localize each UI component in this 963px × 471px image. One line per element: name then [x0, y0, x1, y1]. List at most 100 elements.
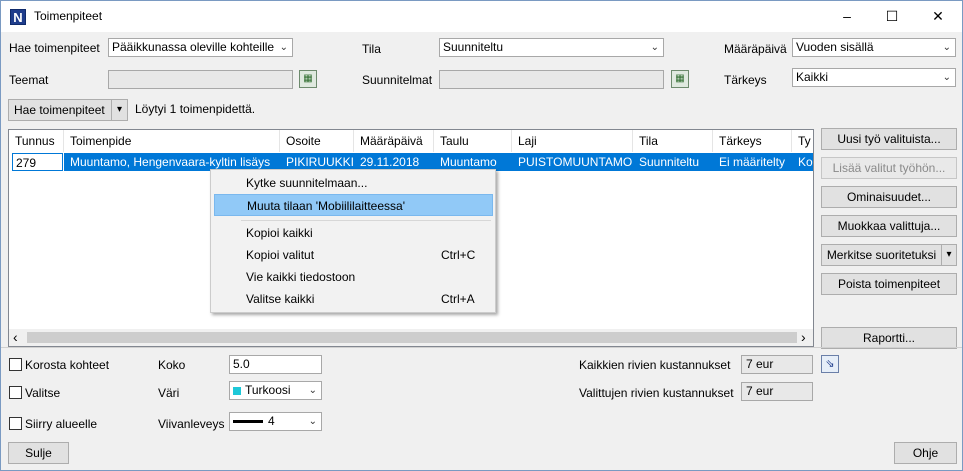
menu-item-vie-tiedostoon[interactable]: Vie kaikki tiedostoon	[214, 266, 493, 288]
viivanleveys-value: 4	[268, 414, 275, 428]
divider	[1, 347, 962, 348]
valitse-label: Valitse	[25, 386, 61, 400]
column-header-tarkeys[interactable]: Tärkeys	[713, 130, 792, 152]
table-cell-ty[interactable]: Ko	[792, 153, 813, 171]
scroll-left-icon[interactable]: ‹	[13, 329, 18, 345]
lisaa-valitut-button[interactable]: Lisää valitut työhön...	[821, 157, 957, 179]
menu-item-kopioi-kaikki[interactable]: Kopioi kaikki	[214, 222, 493, 244]
chevron-down-icon: ⌄	[650, 42, 659, 53]
menu-item-shortcut: Ctrl+A	[441, 292, 475, 306]
menu-item-label: Muuta tilaan 'Mobiililaitteessa'	[247, 199, 405, 213]
suunnitelmat-label: Suunnitelmat	[362, 73, 433, 87]
context-menu: Kytke suunnitelmaan... Muuta tilaan 'Mob…	[210, 169, 496, 313]
siirry-alueelle-label: Siirry alueelle	[25, 417, 98, 431]
hae-toimenpiteet-button[interactable]: Hae toimenpiteet	[8, 99, 112, 121]
tarkeys-select[interactable]: Kaikki ⌄	[792, 68, 956, 87]
column-header-ty[interactable]: Ty	[792, 130, 813, 152]
merkitse-dropdown-arrow[interactable]: ▾	[941, 244, 957, 266]
siirry-alueelle-checkbox[interactable]	[9, 417, 22, 430]
korosta-checkbox[interactable]	[9, 358, 22, 371]
sulje-button[interactable]: Sulje	[8, 442, 69, 464]
viivanleveys-label: Viivanleveys	[158, 417, 225, 431]
kaikki-cost-label: Kaikkien rivien kustannukset	[579, 358, 731, 372]
teemat-field[interactable]	[108, 70, 293, 89]
valitut-cost-value: 7 eur	[741, 382, 813, 401]
chevron-down-icon: ⌄	[942, 42, 951, 53]
uusi-tyo-button[interactable]: Uusi työ valituista...	[821, 128, 957, 150]
menu-item-label: Vie kaikki tiedostoon	[246, 270, 356, 284]
result-count-text: Löytyi 1 toimenpidettä.	[135, 102, 256, 116]
toimenpiteet-window: N Toimenpiteet – ☐ ✕ Hae toimenpiteet Pä…	[0, 0, 963, 471]
vari-label: Väri	[158, 386, 180, 400]
menu-item-shortcut: Ctrl+C	[441, 248, 476, 262]
table-cell-laji[interactable]: PUISTOMUUNTAMO	[512, 153, 633, 171]
chevron-down-icon: ⌄	[308, 416, 317, 427]
chevron-down-icon: ⌄	[308, 385, 317, 396]
scroll-right-icon[interactable]: ›	[801, 329, 806, 345]
menu-item-label: Kopioi valitut	[246, 248, 315, 262]
app-icon: N	[10, 9, 26, 25]
column-header-laji[interactable]: Laji	[512, 130, 633, 152]
poista-toimenpiteet-button[interactable]: Poista toimenpiteet	[821, 273, 957, 295]
korosta-label: Korosta kohteet	[25, 358, 110, 372]
tarkeys-label: Tärkeys	[724, 73, 767, 87]
tila-select-value: Suunniteltu	[443, 40, 504, 54]
chevron-down-icon: ⌄	[942, 72, 951, 83]
table-cell-tunnus[interactable]: 279	[12, 153, 63, 171]
menu-item-kytke[interactable]: Kytke suunnitelmaan...	[214, 172, 493, 194]
menu-item-label: Kytke suunnitelmaan...	[246, 176, 368, 190]
raportti-button[interactable]: Raportti...	[821, 327, 957, 349]
scrollbar-thumb[interactable]	[27, 332, 797, 343]
color-swatch	[233, 386, 241, 395]
menu-separator	[241, 220, 491, 221]
kaikki-cost-value: 7 eur	[741, 355, 813, 374]
table-cell-tarkeys[interactable]: Ei määritelty	[713, 153, 792, 171]
maarapaiva-select-value: Vuoden sisällä	[796, 40, 874, 54]
koko-label: Koko	[158, 358, 186, 372]
tarkeys-select-value: Kaikki	[796, 70, 829, 84]
hae-select-value: Pääikkunassa oleville kohteille	[112, 40, 275, 54]
muokkaa-valittuja-button[interactable]: Muokkaa valittuja...	[821, 215, 957, 237]
column-header-taulu[interactable]: Taulu	[434, 130, 512, 152]
tila-label: Tila	[362, 42, 381, 56]
viivanleveys-select[interactable]: 4 ⌄	[229, 412, 322, 431]
close-button[interactable]: ✕	[915, 1, 961, 32]
valitse-checkbox[interactable]	[9, 386, 22, 399]
teemat-label: Teemat	[9, 73, 49, 87]
column-header-osoite[interactable]: Osoite	[280, 130, 354, 152]
hae-select[interactable]: Pääikkunassa oleville kohteille ⌄	[108, 38, 293, 57]
suunnitelmat-picker-icon[interactable]: ▦	[671, 70, 689, 88]
ohje-button[interactable]: Ohje	[894, 442, 957, 464]
minimize-button[interactable]: –	[824, 1, 870, 32]
tila-select[interactable]: Suunniteltu ⌄	[439, 38, 664, 57]
line-width-sample	[233, 420, 263, 424]
menu-item-label: Valitse kaikki	[246, 292, 315, 306]
vari-select-value: Turkoosi	[245, 383, 291, 397]
column-header-tila[interactable]: Tila	[633, 130, 713, 152]
table-cell-tila[interactable]: Suunniteltu	[633, 153, 713, 171]
maarapaiva-label: Määräpäivä	[724, 42, 787, 56]
calculator-icon[interactable]: ⇘	[821, 355, 839, 373]
valitut-cost-label: Valittujen rivien kustannukset	[579, 386, 734, 400]
title-bar: N Toimenpiteet – ☐ ✕	[1, 1, 962, 32]
hae-dropdown-arrow[interactable]: ▾	[111, 99, 128, 121]
merkitse-suoritetuksi-button[interactable]: Merkitse suoritetuksi	[821, 244, 942, 266]
chevron-down-icon: ⌄	[279, 42, 288, 53]
menu-item-kopioi-valitut[interactable]: Kopioi valitut Ctrl+C	[214, 244, 493, 266]
suunnitelmat-field[interactable]	[439, 70, 664, 89]
column-header-maarapaiva[interactable]: Määräpäivä	[354, 130, 434, 152]
koko-input[interactable]: 5.0	[229, 355, 322, 374]
ominaisuudet-button[interactable]: Ominaisuudet...	[821, 186, 957, 208]
menu-item-valitse-kaikki[interactable]: Valitse kaikki Ctrl+A	[214, 288, 493, 310]
horizontal-scrollbar[interactable]: ‹ ›	[9, 329, 813, 346]
column-header-toimenpide[interactable]: Toimenpide	[64, 130, 280, 152]
hae-label: Hae toimenpiteet	[9, 41, 100, 55]
teemat-picker-icon[interactable]: ▦	[299, 70, 317, 88]
maarapaiva-select[interactable]: Vuoden sisällä ⌄	[792, 38, 956, 57]
maximize-button[interactable]: ☐	[869, 1, 915, 32]
column-header-tunnus[interactable]: Tunnus	[9, 130, 64, 152]
vari-select[interactable]: Turkoosi ⌄	[229, 381, 322, 400]
menu-item-muuta-tilaan[interactable]: Muuta tilaan 'Mobiililaitteessa'	[214, 194, 493, 216]
menu-item-label: Kopioi kaikki	[246, 226, 313, 240]
window-title: Toimenpiteet	[34, 9, 103, 23]
